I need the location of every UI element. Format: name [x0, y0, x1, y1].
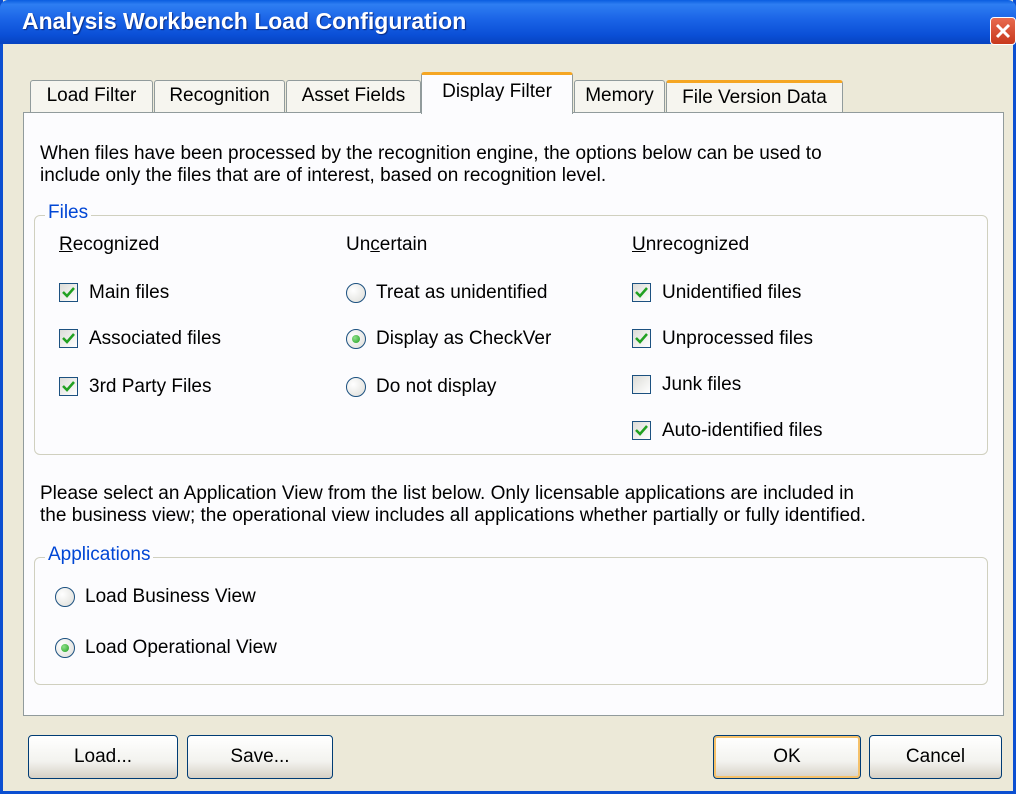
- dialog-window: Analysis Workbench Load Configuration Lo…: [0, 0, 1016, 794]
- check-icon: [635, 425, 648, 436]
- tab-panel-display-filter: When files have been processed by the re…: [23, 112, 1004, 716]
- checkbox-box[interactable]: [632, 283, 651, 302]
- tab-label: Display Filter: [442, 81, 552, 102]
- tab-recognition[interactable]: Recognition: [154, 80, 285, 112]
- radio-circle[interactable]: [346, 377, 366, 397]
- radio-label: Load Business View: [85, 586, 256, 607]
- radio-selected-dot: [61, 644, 69, 652]
- checkbox-box[interactable]: [632, 375, 651, 394]
- radio-label: Do not display: [376, 376, 497, 397]
- heading-text: nrecognized: [645, 234, 750, 255]
- radio-circle[interactable]: [55, 638, 75, 658]
- radio-circle[interactable]: [346, 329, 366, 349]
- window-title: Analysis Workbench Load Configuration: [22, 8, 467, 34]
- recognized-heading: Recognized: [59, 234, 159, 256]
- app-view-line: the business view; the operational view …: [40, 505, 866, 526]
- radio-circle[interactable]: [346, 283, 366, 303]
- tab-load-filter[interactable]: Load Filter: [30, 80, 153, 112]
- checkbox-box[interactable]: [632, 329, 651, 348]
- intro-line: include only the files that are of inter…: [40, 165, 607, 186]
- applications-group: Applications Load Business View Load Ope…: [34, 544, 988, 685]
- checkbox-box[interactable]: [59, 283, 78, 302]
- tab-label: Asset Fields: [301, 85, 406, 106]
- radio-label: Load Operational View: [85, 637, 277, 658]
- files-legend: Files: [45, 202, 92, 224]
- check-icon: [62, 333, 75, 344]
- close-button[interactable]: [990, 17, 1016, 45]
- close-icon: [995, 23, 1011, 39]
- checkbox-label: Junk files: [662, 374, 742, 395]
- checkbox-box[interactable]: [632, 421, 651, 440]
- applications-legend: Applications: [45, 544, 154, 566]
- check-icon: [62, 381, 75, 392]
- tab-label: Recognition: [169, 85, 270, 106]
- checkbox-label: Auto-identified files: [662, 420, 823, 441]
- heading-text: ecognized: [72, 234, 160, 255]
- tab-display-filter[interactable]: Display Filter: [421, 72, 573, 114]
- check-icon: [635, 287, 648, 298]
- radio-label: Treat as unidentified: [376, 282, 548, 303]
- mnemonic: U: [632, 234, 646, 255]
- ok-button[interactable]: OK: [713, 735, 861, 779]
- tab-file-version-data[interactable]: File Version Data: [666, 80, 843, 112]
- cancel-button[interactable]: Cancel: [869, 735, 1002, 779]
- heading-text: Un: [346, 234, 371, 255]
- tab-label: Memory: [585, 85, 654, 106]
- intro-text: When files have been processed by the re…: [40, 143, 822, 187]
- mnemonic: R: [59, 234, 73, 255]
- app-view-text: Please select an Application View from t…: [40, 483, 866, 527]
- title-bar[interactable]: Analysis Workbench Load Configuration: [0, 0, 1016, 45]
- checkbox-box[interactable]: [59, 329, 78, 348]
- check-icon: [635, 333, 648, 344]
- save-button[interactable]: Save...: [187, 735, 333, 779]
- checkbox-label: 3rd Party Files: [89, 376, 212, 397]
- checkbox-label: Associated files: [89, 328, 222, 349]
- tab-memory[interactable]: Memory: [574, 80, 665, 112]
- files-group: Files Recognized Uncertain Unrecognized …: [34, 202, 988, 455]
- radio-selected-dot: [352, 335, 360, 343]
- uncertain-heading: Uncertain: [346, 234, 427, 256]
- app-view-line: Please select an Application View from t…: [40, 483, 854, 504]
- check-icon: [62, 287, 75, 298]
- checkbox-label: Unprocessed files: [662, 328, 814, 349]
- mnemonic: c: [370, 234, 380, 255]
- radio-label: Display as CheckVer: [376, 328, 552, 349]
- radio-circle[interactable]: [55, 587, 75, 607]
- checkbox-label: Main files: [89, 282, 170, 303]
- intro-line: When files have been processed by the re…: [40, 143, 822, 164]
- unrecognized-heading: Unrecognized: [632, 234, 749, 256]
- tab-asset-fields[interactable]: Asset Fields: [286, 80, 421, 112]
- tab-label: Load Filter: [46, 85, 137, 106]
- heading-text: ertain: [379, 234, 428, 255]
- tab-label: File Version Data: [682, 87, 827, 108]
- checkbox-box[interactable]: [59, 377, 78, 396]
- checkbox-label: Unidentified files: [662, 282, 802, 303]
- load-button[interactable]: Load...: [28, 735, 178, 779]
